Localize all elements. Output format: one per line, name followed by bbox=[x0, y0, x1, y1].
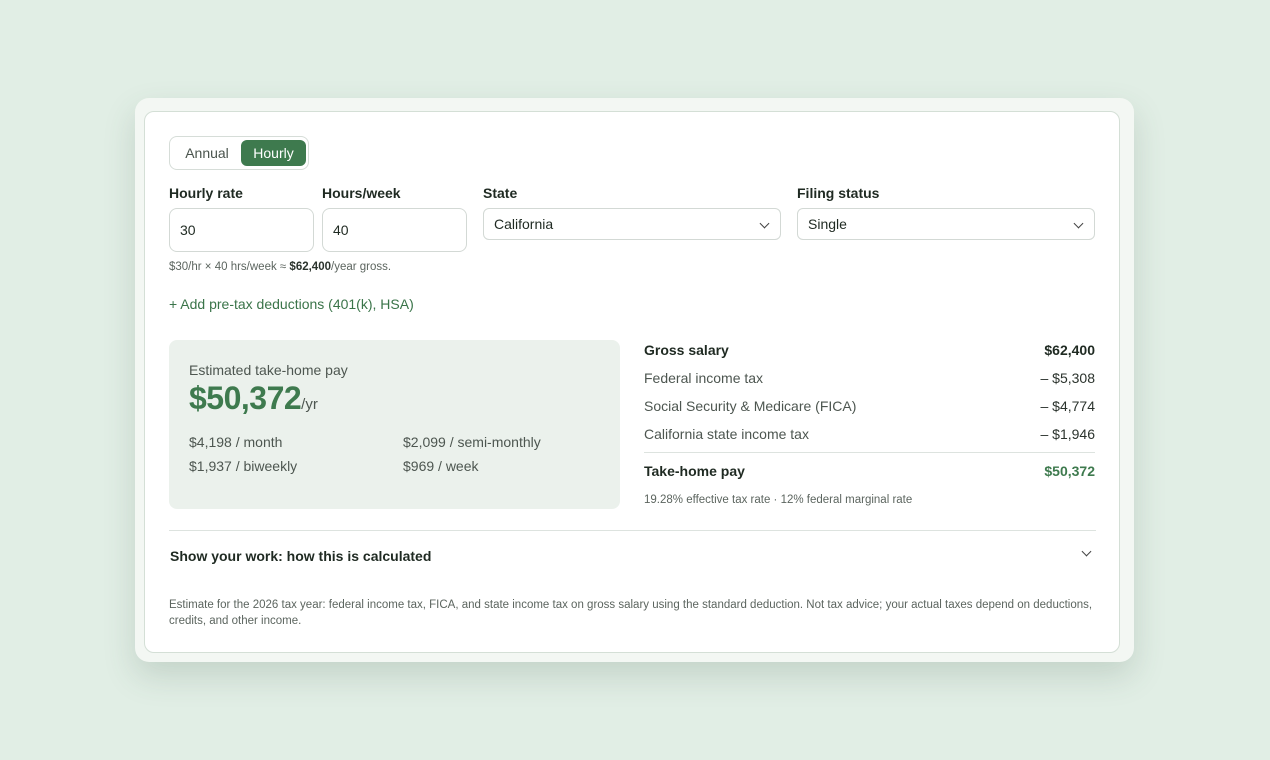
state-select-value: California bbox=[494, 216, 554, 232]
semi-monthly-pay: $2,099 / semi-monthly bbox=[403, 434, 541, 450]
hourly-rate-input[interactable]: 30 bbox=[169, 208, 314, 252]
gross-hint-amount: $62,400 bbox=[289, 261, 331, 273]
take-home-amount: $50,372/yr bbox=[189, 380, 318, 417]
take-home-unit: /yr bbox=[301, 396, 318, 413]
gross-conversion-hint: $30/hr × 40 hrs/week ≈ $62,400/year gros… bbox=[169, 261, 391, 273]
chevron-down-icon bbox=[1073, 218, 1084, 229]
weekly-pay: $969 / week bbox=[403, 458, 479, 474]
breakdown-row-gross: Gross salary $62,400 bbox=[644, 342, 1095, 362]
breakdown-row-take-home: Take-home pay $50,372 bbox=[644, 463, 1095, 483]
annual-toggle-button[interactable]: Annual bbox=[174, 140, 240, 166]
breakdown-value: $62,400 bbox=[1044, 342, 1095, 358]
state-select[interactable]: California bbox=[483, 208, 781, 240]
gross-hint-suffix: /year gross. bbox=[331, 261, 392, 273]
breakdown-value: $50,372 bbox=[1044, 463, 1095, 479]
monthly-pay: $4,198 / month bbox=[189, 434, 283, 450]
breakdown-divider bbox=[644, 452, 1095, 453]
add-deductions-link[interactable]: + Add pre-tax deductions (401(k), HSA) bbox=[169, 296, 414, 312]
filing-status-label: Filing status bbox=[797, 185, 880, 201]
biweekly-pay: $1,937 / biweekly bbox=[189, 458, 298, 474]
breakdown-value: – $1,946 bbox=[1040, 426, 1096, 442]
breakdown-value: – $4,774 bbox=[1040, 398, 1096, 414]
take-home-result-panel: Estimated take-home pay $50,372/yr $4,19… bbox=[169, 340, 620, 509]
hourly-toggle-button[interactable]: Hourly bbox=[241, 140, 306, 166]
breakdown-row-federal: Federal income tax – $5,308 bbox=[644, 370, 1095, 390]
take-home-caption: Estimated take-home pay bbox=[189, 362, 348, 378]
state-label: State bbox=[483, 185, 518, 201]
filing-status-select[interactable]: Single bbox=[797, 208, 1095, 240]
hourly-rate-label: Hourly rate bbox=[169, 185, 243, 201]
disclaimer-footnote: Estimate for the 2026 tax year: federal … bbox=[169, 599, 1093, 627]
gross-hint-prefix: $30/hr × 40 hrs/week ≈ bbox=[169, 261, 290, 273]
breakdown-row-state: California state income tax – $1,946 bbox=[644, 426, 1095, 446]
breakdown-label: Social Security & Medicare (FICA) bbox=[644, 398, 857, 414]
show-work-label: Show your work: how this is calculated bbox=[170, 548, 432, 564]
pay-mode-toggle: Annual Hourly bbox=[169, 136, 309, 170]
show-work-disclosure[interactable]: Show your work: how this is calculated bbox=[169, 530, 1096, 580]
calculator-shell: Annual Hourly Hourly rate Hours/week Sta… bbox=[135, 98, 1134, 662]
breakdown-label: California state income tax bbox=[644, 426, 809, 442]
breakdown-label: Gross salary bbox=[644, 342, 729, 358]
breakdown-value: – $5,308 bbox=[1040, 370, 1096, 386]
tax-rates-note: 19.28% effective tax rate · 12% federal … bbox=[644, 494, 913, 506]
breakdown-row-fica: Social Security & Medicare (FICA) – $4,7… bbox=[644, 398, 1095, 418]
filing-status-select-value: Single bbox=[808, 216, 847, 232]
breakdown-label: Take-home pay bbox=[644, 463, 745, 479]
hours-week-label: Hours/week bbox=[322, 185, 401, 201]
calculator-card: Annual Hourly Hourly rate Hours/week Sta… bbox=[144, 111, 1120, 653]
chevron-down-icon bbox=[759, 218, 770, 229]
hours-week-input[interactable]: 40 bbox=[322, 208, 467, 252]
chevron-down-icon bbox=[1081, 546, 1092, 557]
breakdown-label: Federal income tax bbox=[644, 370, 764, 386]
take-home-value: $50,372 bbox=[189, 380, 302, 416]
